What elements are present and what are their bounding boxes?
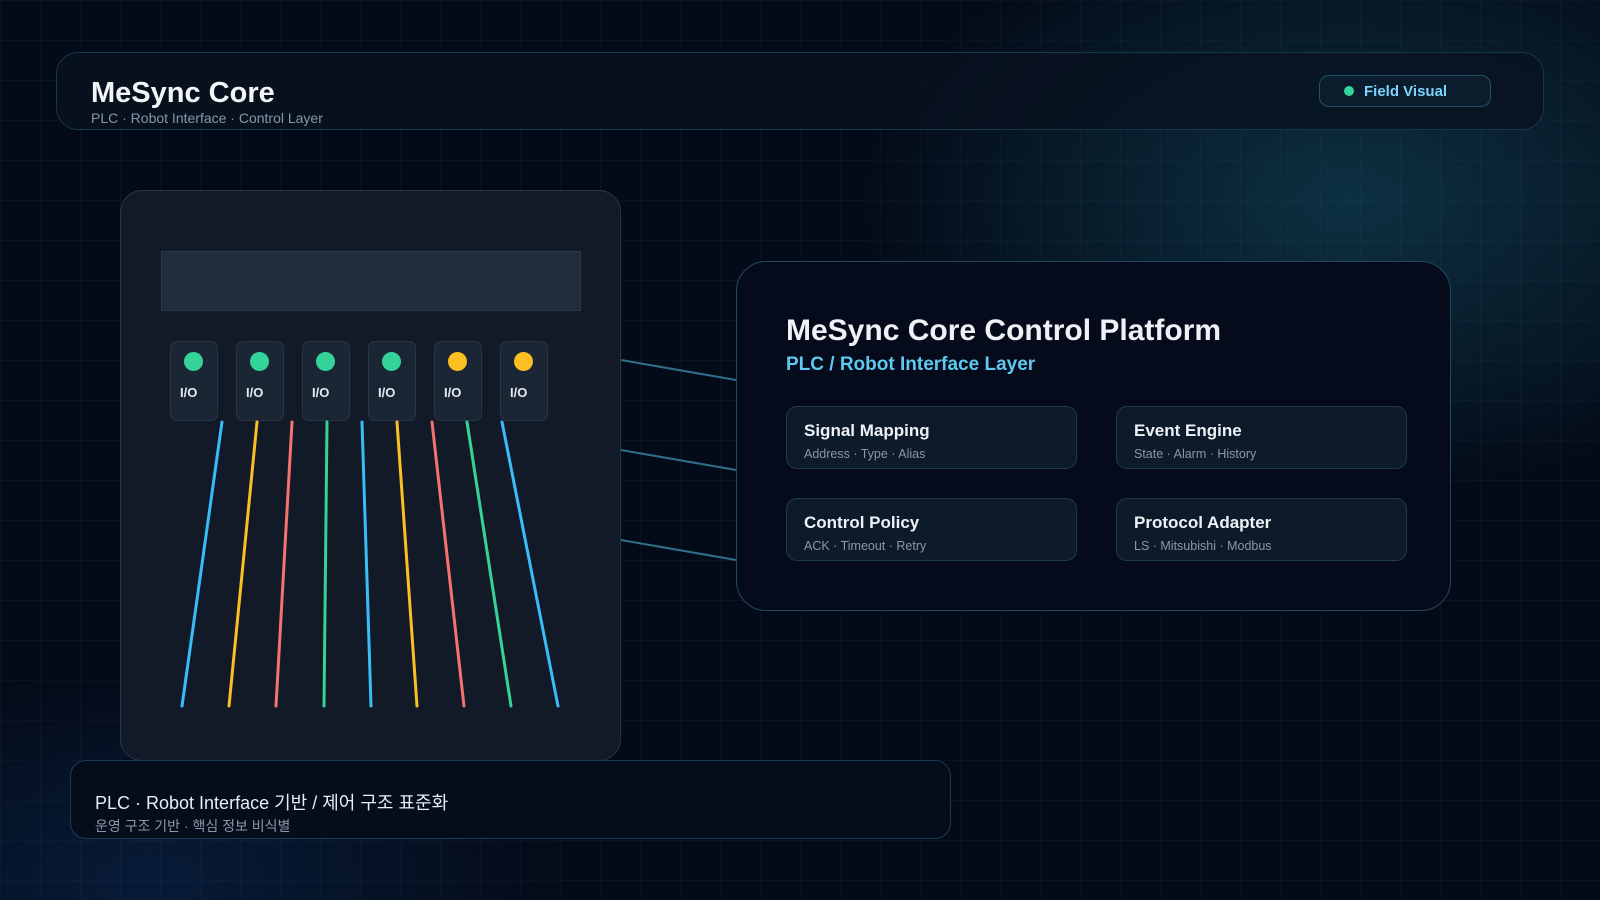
connector-line [620,449,737,471]
platform-title: MeSync Core Control Platform [786,314,1222,347]
io-wire [395,420,419,708]
connector-line [620,359,737,381]
connector-line [620,539,737,561]
io-wire [227,420,259,708]
card-desc: Address · Type · Alias [804,447,926,461]
platform-subtitle: PLC / Robot Interface Layer [786,354,1036,375]
card-event-engine[interactable]: Event Engine State · Alarm · History [1116,406,1407,469]
io-wire [322,420,329,708]
footer-caption: PLC · Robot Interface 기반 / 제어 구조 표준화 운영 … [70,760,951,839]
io-wire [500,420,560,708]
io-wire [360,420,373,708]
card-desc: LS · Mitsubishi · Modbus [1134,539,1272,553]
io-wires [180,420,560,708]
card-desc: ACK · Timeout · Retry [804,539,927,553]
footer-title: PLC · Robot Interface 기반 / 제어 구조 표준화 [95,793,449,813]
card-signal-mapping[interactable]: Signal Mapping Address · Type · Alias [786,406,1077,469]
io-wire [274,420,294,708]
card-title: Protocol Adapter [1134,513,1272,532]
card-title: Signal Mapping [804,421,930,440]
io-wire [180,420,224,708]
io-wire [430,420,466,708]
card-desc: State · Alarm · History [1134,447,1257,461]
io-wire [465,420,513,708]
plc-device: I/O I/O I/O I/O I/O I/O [120,190,621,761]
platform-panel: MeSync Core Control Platform PLC / Robot… [736,261,1451,611]
card-protocol-adapter[interactable]: Protocol Adapter LS · Mitsubishi · Modbu… [1116,498,1407,561]
card-control-policy[interactable]: Control Policy ACK · Timeout · Retry [786,498,1077,561]
card-title: Control Policy [804,513,920,532]
footer-subtitle: 운영 구조 기반 · 핵심 정보 비식별 [95,818,291,834]
card-title: Event Engine [1134,421,1242,440]
